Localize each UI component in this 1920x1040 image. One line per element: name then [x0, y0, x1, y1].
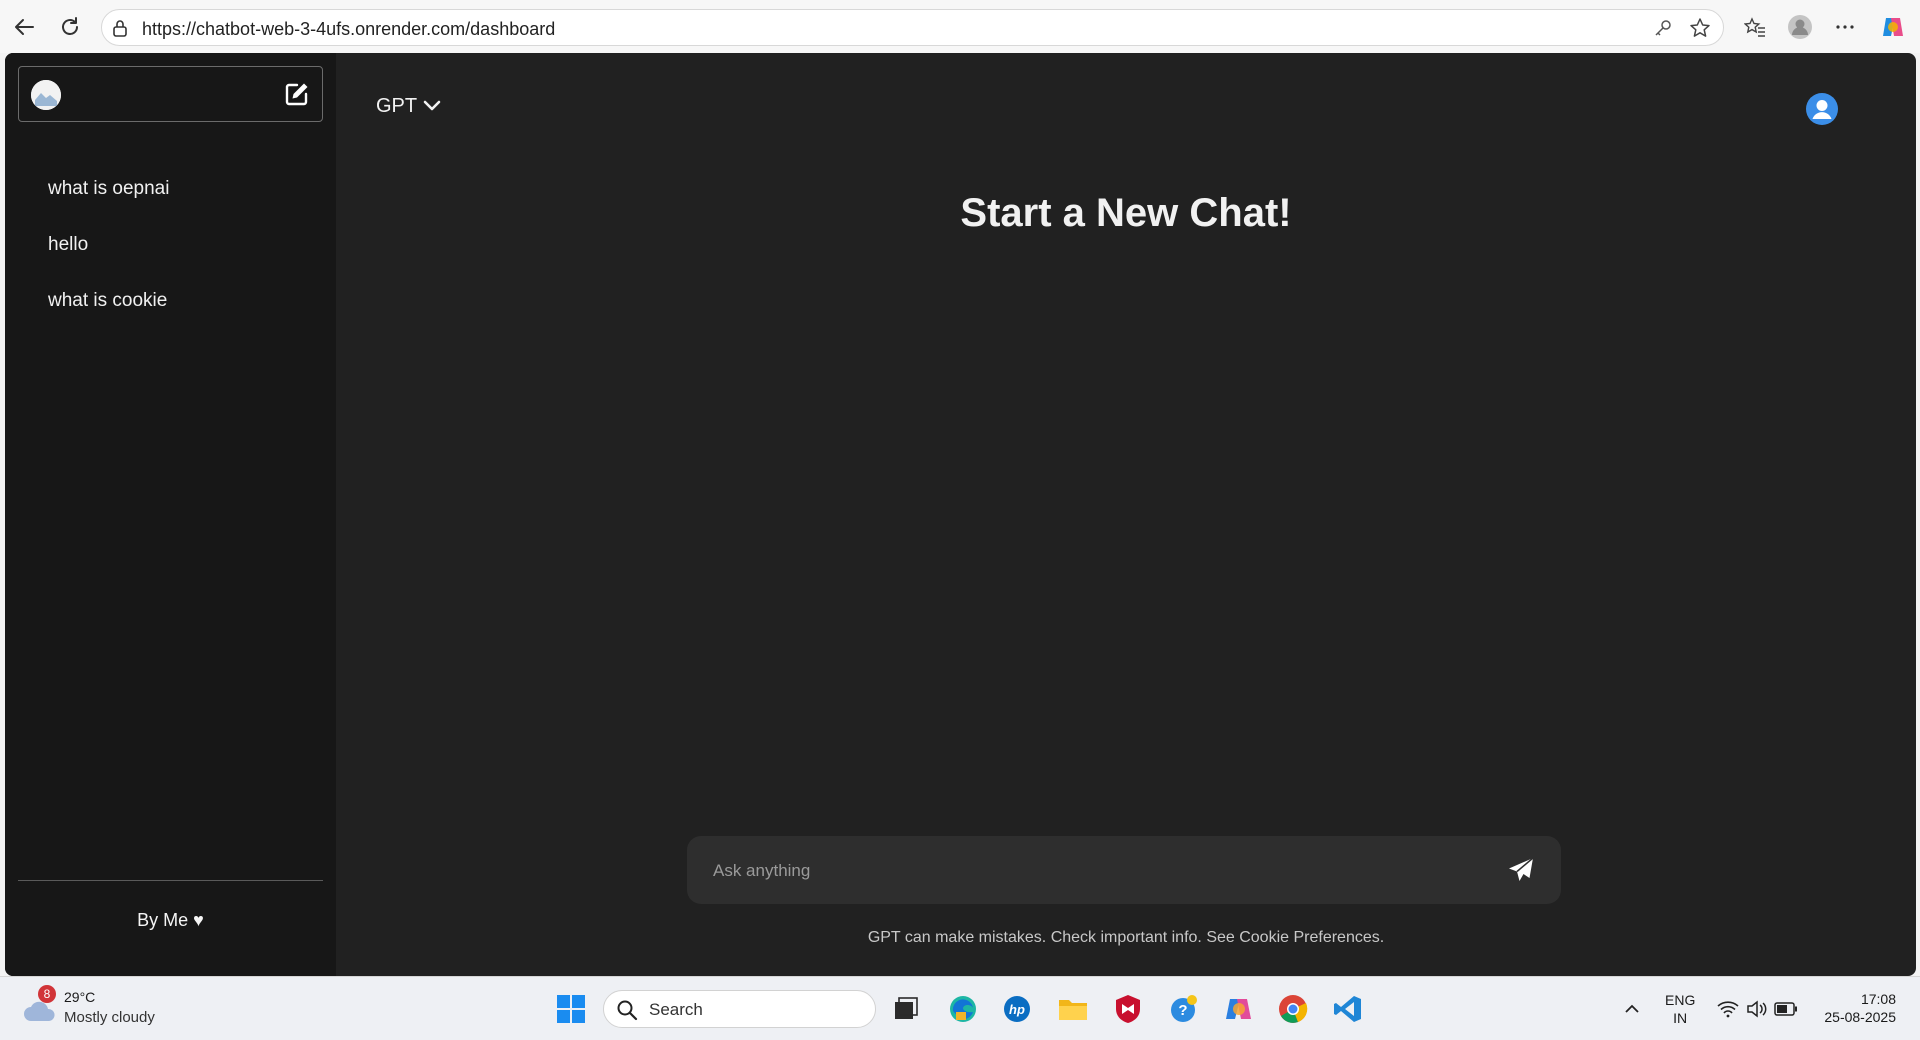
battery-icon[interactable]: [1768, 991, 1804, 1027]
sidebar-footer: By Me ♥: [137, 910, 204, 930]
task-view-icon[interactable]: [888, 991, 924, 1027]
browser-toolbar: https://chatbot-web-3-4ufs.onrender.com/…: [0, 0, 1920, 53]
vscode-icon[interactable]: [1330, 991, 1366, 1027]
temperature: 29°C: [64, 989, 96, 1005]
disclaimer-text: GPT can make mistakes. Check important i…: [867, 929, 1385, 946]
user-avatar-icon[interactable]: [1806, 93, 1838, 125]
copilot-app-icon[interactable]: [1221, 991, 1257, 1027]
search-icon: [616, 999, 638, 1026]
key-icon[interactable]: [1653, 18, 1673, 43]
chat-history-list: what is oepnai hello what is cookie: [5, 165, 336, 333]
clock-time: 17:08: [1860, 991, 1896, 1007]
chevron-up-icon[interactable]: [1614, 991, 1650, 1027]
new-chat-icon[interactable]: [282, 79, 312, 109]
copilot-icon[interactable]: [1878, 12, 1908, 42]
more-icon[interactable]: [1830, 12, 1860, 42]
page-title: Start a New Chat!: [960, 191, 1292, 235]
url-text[interactable]: https://chatbot-web-3-4ufs.onrender.com/…: [142, 19, 555, 40]
language-indicator[interactable]: ENG IN: [1665, 991, 1695, 1027]
model-selector[interactable]: GPT: [376, 95, 441, 118]
windows-start-icon[interactable]: [553, 991, 589, 1027]
clock-date: 25-08-2025: [1824, 1009, 1896, 1025]
chat-main: GPT Start a New Chat! GPT can make mista…: [336, 53, 1916, 976]
svg-text:?: ?: [1178, 1002, 1187, 1019]
lock-icon[interactable]: [112, 19, 128, 42]
address-bar[interactable]: https://chatbot-web-3-4ufs.onrender.com/…: [101, 9, 1724, 46]
search-label: Search: [649, 1000, 703, 1019]
windows-taskbar: 8 29°C Mostly cloudy Search hp ? ENG IN …: [0, 976, 1920, 1040]
region-code: IN: [1673, 1010, 1688, 1026]
sidebar: what is oepnai hello what is cookie By M…: [5, 53, 336, 976]
history-item[interactable]: hello: [5, 221, 336, 277]
chevron-down-icon: [423, 95, 441, 118]
history-item[interactable]: what is cookie: [5, 277, 336, 333]
profile-icon[interactable]: [1785, 12, 1815, 42]
file-explorer-icon[interactable]: [1055, 991, 1091, 1027]
refresh-icon[interactable]: [54, 11, 86, 43]
weather-widget[interactable]: 8 29°C Mostly cloudy: [22, 985, 172, 1033]
system-clock[interactable]: 17:08 25-08-2025: [1810, 990, 1896, 1026]
history-item[interactable]: what is oepnai: [5, 165, 336, 221]
logo-image: [31, 80, 61, 110]
mcafee-icon[interactable]: [1110, 991, 1146, 1027]
help-icon[interactable]: ?: [1166, 991, 1202, 1027]
svg-text:hp: hp: [1009, 1002, 1025, 1017]
send-icon[interactable]: [1505, 854, 1537, 886]
weather-condition: Mostly cloudy: [64, 1009, 155, 1026]
sidebar-divider: [18, 880, 323, 881]
chat-composer: [687, 836, 1561, 904]
taskbar-search[interactable]: Search: [603, 990, 876, 1028]
language-code: ENG: [1665, 992, 1696, 1008]
edge-browser-icon[interactable]: [945, 991, 981, 1027]
sidebar-header: [18, 66, 323, 122]
chrome-icon[interactable]: [1275, 991, 1311, 1027]
back-icon[interactable]: [8, 11, 40, 43]
chat-app: what is oepnai hello what is cookie By M…: [5, 53, 1916, 976]
weather-badge: 8: [38, 985, 56, 1003]
chat-input[interactable]: [711, 854, 1475, 888]
favorites-icon[interactable]: [1740, 12, 1770, 42]
cloud-icon: [22, 999, 58, 1028]
model-name: GPT: [376, 95, 418, 117]
hp-icon[interactable]: hp: [999, 991, 1035, 1027]
star-icon[interactable]: [1689, 17, 1711, 44]
